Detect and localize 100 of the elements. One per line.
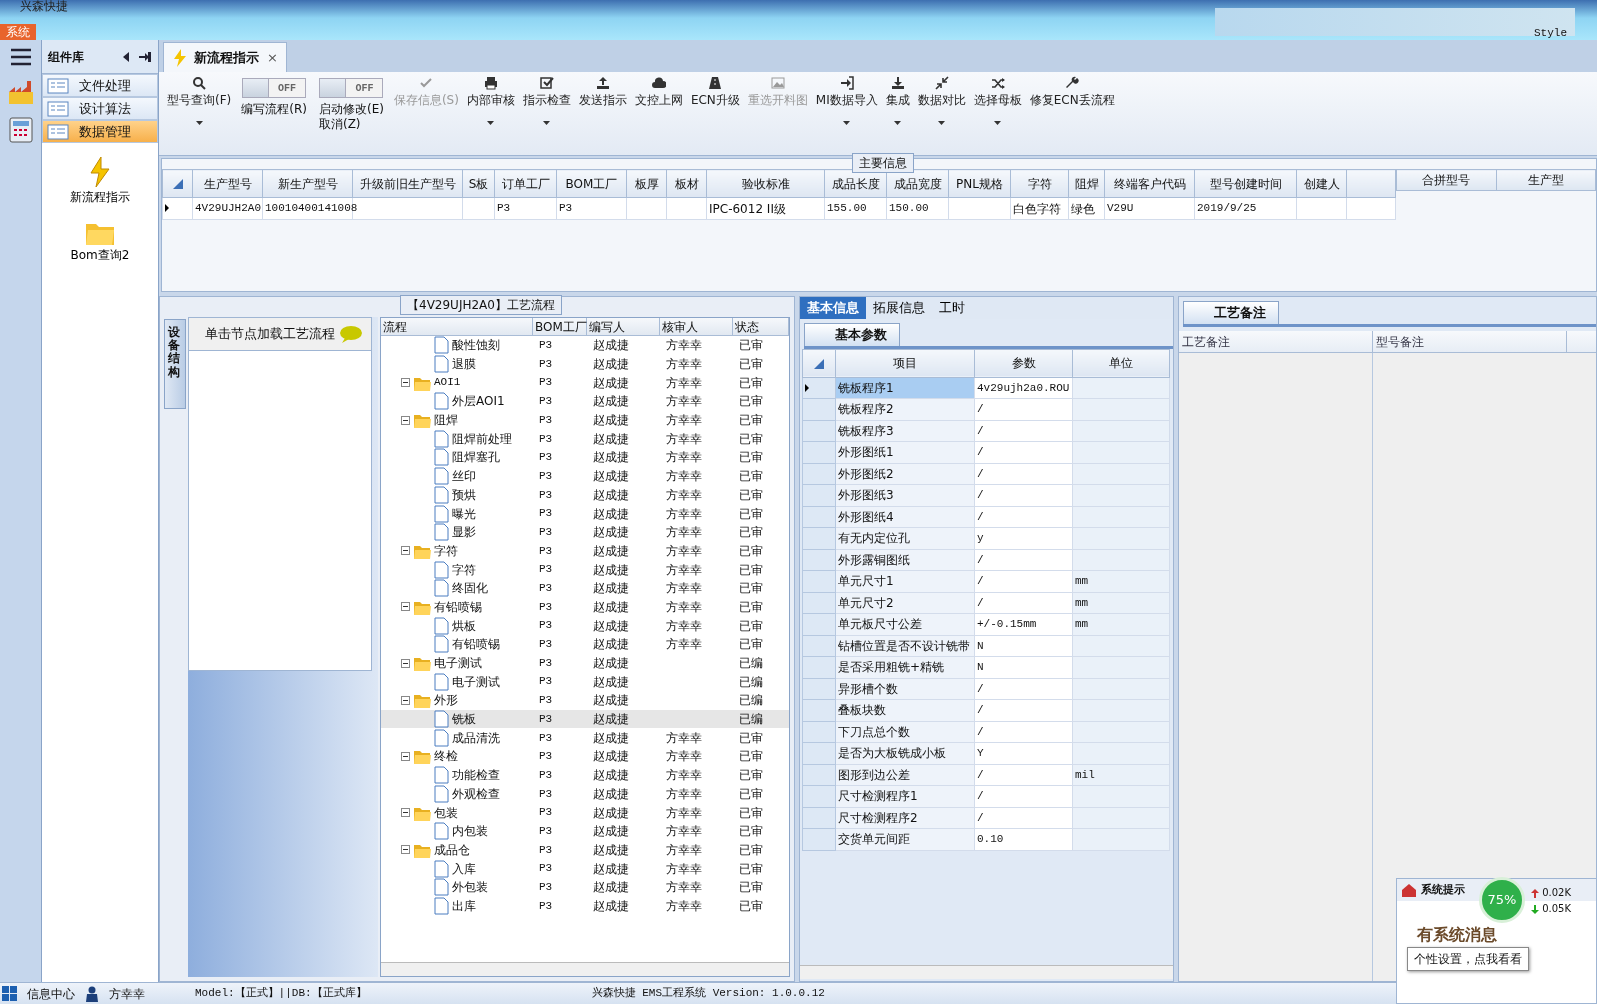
tree-row[interactable]: 终固化 P3 赵成捷 方幸幸 已审 <box>381 578 789 598</box>
tree-row[interactable]: 曝光 P3 赵成捷 方幸幸 已审 <box>381 504 789 523</box>
tree-row[interactable]: 显影 P3 赵成捷 方幸幸 已审 <box>381 522 789 542</box>
toolbar-button[interactable]: 文控上网 <box>630 74 687 110</box>
tree-row[interactable]: 铣板 P3 赵成捷 已编 <box>381 709 789 729</box>
column-header[interactable]: PNL规格 <box>948 169 1011 198</box>
tree-row[interactable]: 入库 P3 赵成捷 方幸幸 已审 <box>381 859 789 878</box>
column-header[interactable]: 验收标准 <box>706 169 825 198</box>
toolbar-button[interactable]: 集成 <box>881 74 914 127</box>
tree-row[interactable]: 退膜 P3 赵成捷 方幸幸 已审 <box>381 354 789 374</box>
table-cell: / <box>974 506 1073 528</box>
column-header[interactable]: 订单工厂 <box>494 169 557 198</box>
tab[interactable]: 基本信息 <box>800 297 866 319</box>
tree-row[interactable]: 内包装 P3 赵成捷 方幸幸 已审 <box>381 821 789 841</box>
table-cell: 0.10 <box>974 828 1073 850</box>
caret-icon[interactable] <box>894 121 902 125</box>
column-header[interactable]: 单位 <box>1072 349 1170 377</box>
toolbar-button[interactable]: ECN升级 <box>686 74 744 110</box>
info-center[interactable]: 信息中心 <box>27 984 75 1003</box>
tree-row[interactable]: 丝印 P3 赵成捷 方幸幸 已审 <box>381 466 789 486</box>
group-tab[interactable]: 工艺备注 <box>1183 301 1279 324</box>
column-header[interactable]: 核审人 <box>660 318 733 335</box>
caret-icon[interactable] <box>994 121 1002 125</box>
document-tab[interactable]: 新流程指示 × <box>163 42 287 72</box>
tree-row[interactable]: 成品清洗 P3 赵成捷 方幸幸 已审 <box>381 728 789 748</box>
caret-icon[interactable] <box>543 121 551 125</box>
tree-row[interactable]: 功能检查 P3 赵成捷 方幸幸 已审 <box>381 765 789 785</box>
toolbar-button[interactable]: 发送指示 <box>574 74 631 110</box>
tree-row[interactable]: 出库 P3 赵成捷 方幸幸 已审 <box>381 896 789 916</box>
tab[interactable]: 工时 <box>932 297 972 319</box>
side-tab[interactable]: 设备结构 <box>164 319 186 409</box>
column-header[interactable]: 板厚 <box>626 169 667 198</box>
column-header[interactable]: 成品宽度 <box>886 169 949 198</box>
group-tab[interactable]: 基本参数 <box>804 323 900 346</box>
component-item[interactable]: 设计算法 <box>42 97 158 120</box>
column-header[interactable]: 型号创建时间 <box>1194 169 1297 198</box>
toolbar-button[interactable]: 指示检查 <box>518 74 575 127</box>
style-label[interactable]: Style <box>1534 25 1567 42</box>
shortcut[interactable]: Bom查询2 <box>64 217 136 265</box>
column-header[interactable]: 项目 <box>835 349 975 377</box>
component-item[interactable]: 数据管理 <box>42 120 158 143</box>
tree-row[interactable]: 阻焊塞孔 P3 赵成捷 方幸幸 已审 <box>381 448 789 467</box>
toggle-switch[interactable]: OFF <box>242 78 307 98</box>
tree-row[interactable]: 电子测试 P3 赵成捷 已编 <box>381 672 789 692</box>
tree-row[interactable]: 字符 P3 赵成捷 方幸幸 已审 <box>381 541 789 561</box>
column-header[interactable]: 合拼型号 <box>1396 169 1497 191</box>
tree-row[interactable]: 外观检查 P3 赵成捷 方幸幸 已审 <box>381 784 789 804</box>
table-cell: / <box>974 592 1073 614</box>
tree-row[interactable]: 酸性蚀刻 P3 赵成捷 方幸幸 已审 <box>381 336 789 355</box>
caret-icon[interactable] <box>938 121 946 125</box>
column-header[interactable]: 生产型号 <box>192 169 263 198</box>
tree-row[interactable]: 阻焊 P3 赵成捷 方幸幸 已审 <box>381 410 789 430</box>
document-icon <box>433 728 449 747</box>
caret-icon[interactable] <box>843 121 851 125</box>
column-header[interactable]: 升级前旧生产型号 <box>352 169 463 198</box>
tree-row[interactable]: 成品仓 P3 赵成捷 方幸幸 已审 <box>381 840 789 860</box>
toolbar-button[interactable]: 数据对比 <box>913 74 970 127</box>
column-header[interactable]: 型号备注 <box>1373 330 1567 352</box>
tree-row[interactable]: 电子测试 P3 赵成捷 已编 <box>381 653 789 673</box>
tree-row[interactable]: 有铅喷锡 P3 赵成捷 方幸幸 已审 <box>381 597 789 617</box>
tree-row[interactable]: 有铅喷锡 P3 赵成捷 方幸幸 已审 <box>381 635 789 654</box>
column-header[interactable]: BOM工厂 <box>533 318 587 335</box>
column-header[interactable]: 阻焊 <box>1068 169 1105 198</box>
caret-icon[interactable] <box>487 121 495 125</box>
tab[interactable]: 拓展信息 <box>866 297 932 319</box>
column-header[interactable]: 参数 <box>974 349 1073 377</box>
scrollbar[interactable] <box>381 962 789 976</box>
column-header[interactable]: 编写人 <box>587 318 660 335</box>
tree-row[interactable]: AOI1 P3 赵成捷 方幸幸 已审 <box>381 373 789 393</box>
component-item[interactable]: 文件处理 <box>42 74 158 97</box>
toolbar-button[interactable]: MI数据导入 <box>811 74 882 127</box>
tree-row[interactable]: 外包装 P3 赵成捷 方幸幸 已审 <box>381 877 789 897</box>
toggle-switch[interactable]: OFF <box>319 78 384 98</box>
toolbar-button[interactable]: 选择母板 <box>969 74 1026 127</box>
column-header[interactable]: BOM工厂 <box>556 169 627 198</box>
tree-row[interactable]: 烘板 P3 赵成捷 方幸幸 已审 <box>381 616 789 635</box>
column-header[interactable]: 工艺备注 <box>1179 330 1373 352</box>
caret-icon[interactable] <box>195 121 203 125</box>
column-header[interactable]: 板材 <box>666 169 707 198</box>
toolbar-button[interactable]: 内部审核 <box>462 74 519 127</box>
tree-row[interactable]: 外形 P3 赵成捷 已编 <box>381 691 789 710</box>
toolbar-button[interactable]: 型号查询(F) <box>163 74 236 127</box>
column-header[interactable]: S板 <box>462 169 495 198</box>
tree-row[interactable]: 字符 P3 赵成捷 方幸幸 已审 <box>381 560 789 579</box>
toolbar-button[interactable]: 修复ECN丢流程 <box>1025 74 1119 110</box>
column-header[interactable]: 状态 <box>733 318 789 335</box>
column-header[interactable]: 创建人 <box>1296 169 1347 198</box>
shortcut[interactable]: 新流程指示 <box>64 155 136 207</box>
column-header[interactable]: 生产型 <box>1496 169 1596 191</box>
column-header[interactable]: 新生产型号 <box>262 169 353 198</box>
tree-row[interactable]: 包装 P3 赵成捷 方幸幸 已审 <box>381 803 789 822</box>
column-header[interactable]: 字符 <box>1010 169 1069 198</box>
scrollbar[interactable] <box>800 965 1173 979</box>
tree-row[interactable]: 终检 P3 赵成捷 方幸幸 已审 <box>381 747 789 766</box>
tree-row[interactable]: 外层AOI1 P3 赵成捷 方幸幸 已审 <box>381 392 789 411</box>
column-header[interactable]: 终端客户代码 <box>1104 169 1195 198</box>
close-icon[interactable]: × <box>267 47 278 68</box>
table-cell: 155.00 <box>824 197 887 220</box>
tree-row[interactable]: 预烘 P3 赵成捷 方幸幸 已审 <box>381 485 789 505</box>
tree-row[interactable]: 阻焊前处理 P3 赵成捷 方幸幸 已审 <box>381 429 789 449</box>
